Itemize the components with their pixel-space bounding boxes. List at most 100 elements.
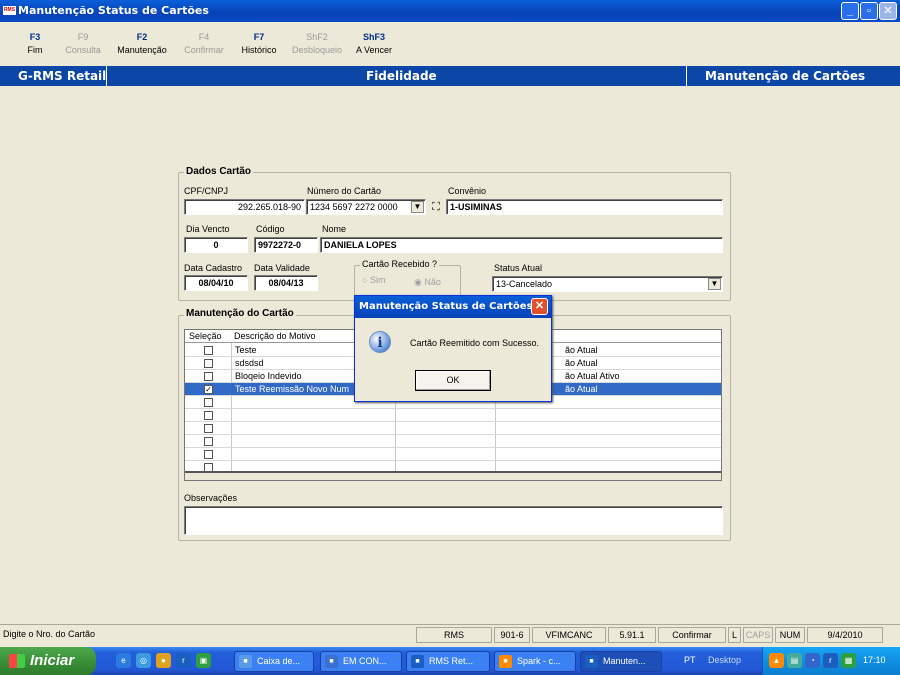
fkey-key: F4 — [198, 32, 210, 42]
row-checkbox[interactable] — [204, 346, 213, 355]
radio-nao[interactable]: ◉ Não — [414, 277, 441, 288]
band-center: Fidelidade — [366, 69, 437, 83]
row-checkbox[interactable] — [204, 450, 213, 459]
binoculars-icon[interactable]: ⛶ — [428, 199, 444, 215]
fkey-f7-button[interactable]: F7 Histórico — [240, 32, 278, 55]
fkey-f4-button[interactable]: F4 Confirmar — [180, 32, 228, 55]
desktop-toolbar[interactable]: Desktop — [708, 655, 741, 665]
fkey-f2-button[interactable]: F2 Manutenção — [116, 32, 168, 55]
window-title: Manutenção Status de Cartões — [18, 4, 209, 17]
close-button[interactable]: ✕ — [879, 2, 897, 20]
row-checkbox[interactable] — [204, 411, 213, 420]
windows-flag-icon — [9, 654, 25, 668]
status-hint: Digite o Nro. do Cartão — [3, 629, 96, 639]
dia-vencto-field[interactable]: 0 — [184, 237, 248, 253]
start-button[interactable]: Iniciar — [0, 647, 96, 675]
app-tray-icon[interactable]: ▦ — [841, 653, 856, 668]
chevron-down-icon[interactable]: ▼ — [411, 201, 424, 213]
taskbar-item[interactable]: ■ Caixa de... — [234, 651, 314, 672]
fkey-shf3-button[interactable]: ShF3 A Vencer — [354, 32, 394, 55]
status-code: 901-6 — [494, 627, 530, 643]
convenio-label: Convênio — [448, 186, 487, 196]
row-checkbox[interactable] — [204, 398, 213, 407]
taskbar-item[interactable]: ■ Spark - c... — [494, 651, 576, 672]
message-dialog: Manutenção Status de Cartões ✕ i Cartão … — [354, 295, 552, 402]
status-caps: CAPS — [743, 627, 773, 643]
row-checkbox[interactable] — [204, 359, 213, 368]
fkey-f3-button[interactable]: F3 Fim — [20, 32, 50, 55]
taskbar-item[interactable]: ■ Manuten... — [580, 651, 662, 672]
fkey-label: Fim — [27, 45, 43, 55]
fkey-label: Consulta — [65, 45, 101, 55]
numero-cartao-combo[interactable]: 1234 5697 2272 0000 ▼ — [306, 199, 426, 215]
status-mode: Confirmar — [658, 627, 726, 643]
dialog-message: Cartão Reemitido com Sucesso. — [410, 338, 540, 348]
row-status: ão Atual — [565, 384, 598, 394]
row-description: Teste — [235, 345, 257, 355]
fkey-key: F7 — [253, 32, 265, 42]
rms-tray-icon[interactable]: r — [823, 653, 838, 668]
header-band: G-RMS Retail Fidelidade Manutenção de Ca… — [0, 66, 900, 86]
media-icon[interactable]: ● — [156, 653, 171, 668]
cpf-field[interactable]: 292.265.018-90 — [184, 199, 305, 215]
row-status: ão Atual Ativo — [565, 371, 620, 381]
data-validade-field[interactable]: 08/04/13 — [254, 275, 318, 291]
row-checkbox[interactable] — [204, 372, 213, 381]
desktop-show-icon[interactable]: ▣ — [196, 653, 211, 668]
band-right: Manutenção de Cartões — [705, 69, 866, 83]
data-validade-label: Data Validade — [254, 263, 310, 273]
taskbar-item-label: Caixa de... — [257, 656, 301, 666]
spark-tray-icon[interactable]: ▲ — [769, 653, 784, 668]
status-version: 5.91.1 — [608, 627, 656, 643]
status-prog: VFIMCANC — [532, 627, 606, 643]
taskbar-item[interactable]: ■ EM CON... — [320, 651, 402, 672]
row-checkbox[interactable] — [204, 424, 213, 433]
table-row[interactable] — [185, 448, 721, 461]
dia-vencto-label: Dia Vencto — [186, 224, 230, 234]
taskbar-item[interactable]: ■ RMS Ret... — [406, 651, 490, 672]
table-row[interactable] — [185, 409, 721, 422]
status-atual-label: Status Atual — [494, 263, 543, 273]
taskbar-item-label: Spark - c... — [517, 656, 561, 666]
fkey-f9-button[interactable]: F9 Consulta — [64, 32, 102, 55]
row-checkbox[interactable] — [204, 437, 213, 446]
fkey-shf2-button[interactable]: ShF2 Desbloqueio — [292, 32, 342, 55]
row-status: ão Atual — [565, 358, 598, 368]
manutencao-cartao-title: Manutenção do Cartão — [184, 308, 296, 319]
minimize-button[interactable]: _ — [841, 2, 859, 20]
rms-icon[interactable]: r — [176, 653, 191, 668]
taskbar-app-icon: ■ — [325, 655, 338, 668]
ie-icon[interactable]: e — [116, 653, 131, 668]
data-cadastro-label: Data Cadastro — [184, 263, 243, 273]
taskbar-app-icon: ■ — [239, 655, 252, 668]
data-cadastro-field[interactable]: 08/04/10 — [184, 275, 248, 291]
table-row[interactable] — [185, 422, 721, 435]
numero-cartao-value: 1234 5697 2272 0000 — [310, 202, 398, 212]
status-sys: RMS — [416, 627, 492, 643]
col-selecao: Seleção — [189, 331, 222, 341]
explorer-icon[interactable]: ◎ — [136, 653, 151, 668]
row-description: sdsdsd — [235, 358, 264, 368]
dialog-close-button[interactable]: ✕ — [531, 298, 548, 315]
maximize-button[interactable]: ▫ — [860, 2, 878, 20]
col-descricao: Descrição do Motivo — [234, 331, 316, 341]
nome-field[interactable]: DANIELA LOPES — [320, 237, 723, 253]
observacoes-field[interactable] — [184, 506, 723, 535]
chevron-down-icon[interactable]: ▼ — [708, 278, 721, 290]
app-icon: RMS — [3, 6, 16, 15]
fkey-key: F9 — [77, 32, 89, 42]
status-atual-combo[interactable]: 13-Cancelado ▼ — [492, 276, 723, 292]
ok-button[interactable]: OK — [415, 370, 491, 391]
status-atual-value: 13-Cancelado — [496, 279, 553, 289]
convenio-field[interactable]: 1-USIMINAS — [446, 199, 723, 215]
table-scrollbar[interactable] — [185, 471, 721, 480]
volume-tray-icon[interactable]: ◔ — [805, 653, 820, 668]
row-checkbox[interactable]: ✓ — [204, 385, 213, 394]
network-tray-icon[interactable]: ▤ — [787, 653, 802, 668]
window-title-bar[interactable]: RMS Manutenção Status de Cartões _ ▫ ✕ — [0, 0, 900, 22]
numero-cartao-label: Número do Cartão — [307, 186, 382, 196]
language-indicator[interactable]: PT — [684, 655, 696, 665]
radio-sim[interactable]: ○ Sim — [362, 275, 385, 285]
table-row[interactable] — [185, 435, 721, 448]
codigo-field[interactable]: 9972272-0 — [254, 237, 318, 253]
